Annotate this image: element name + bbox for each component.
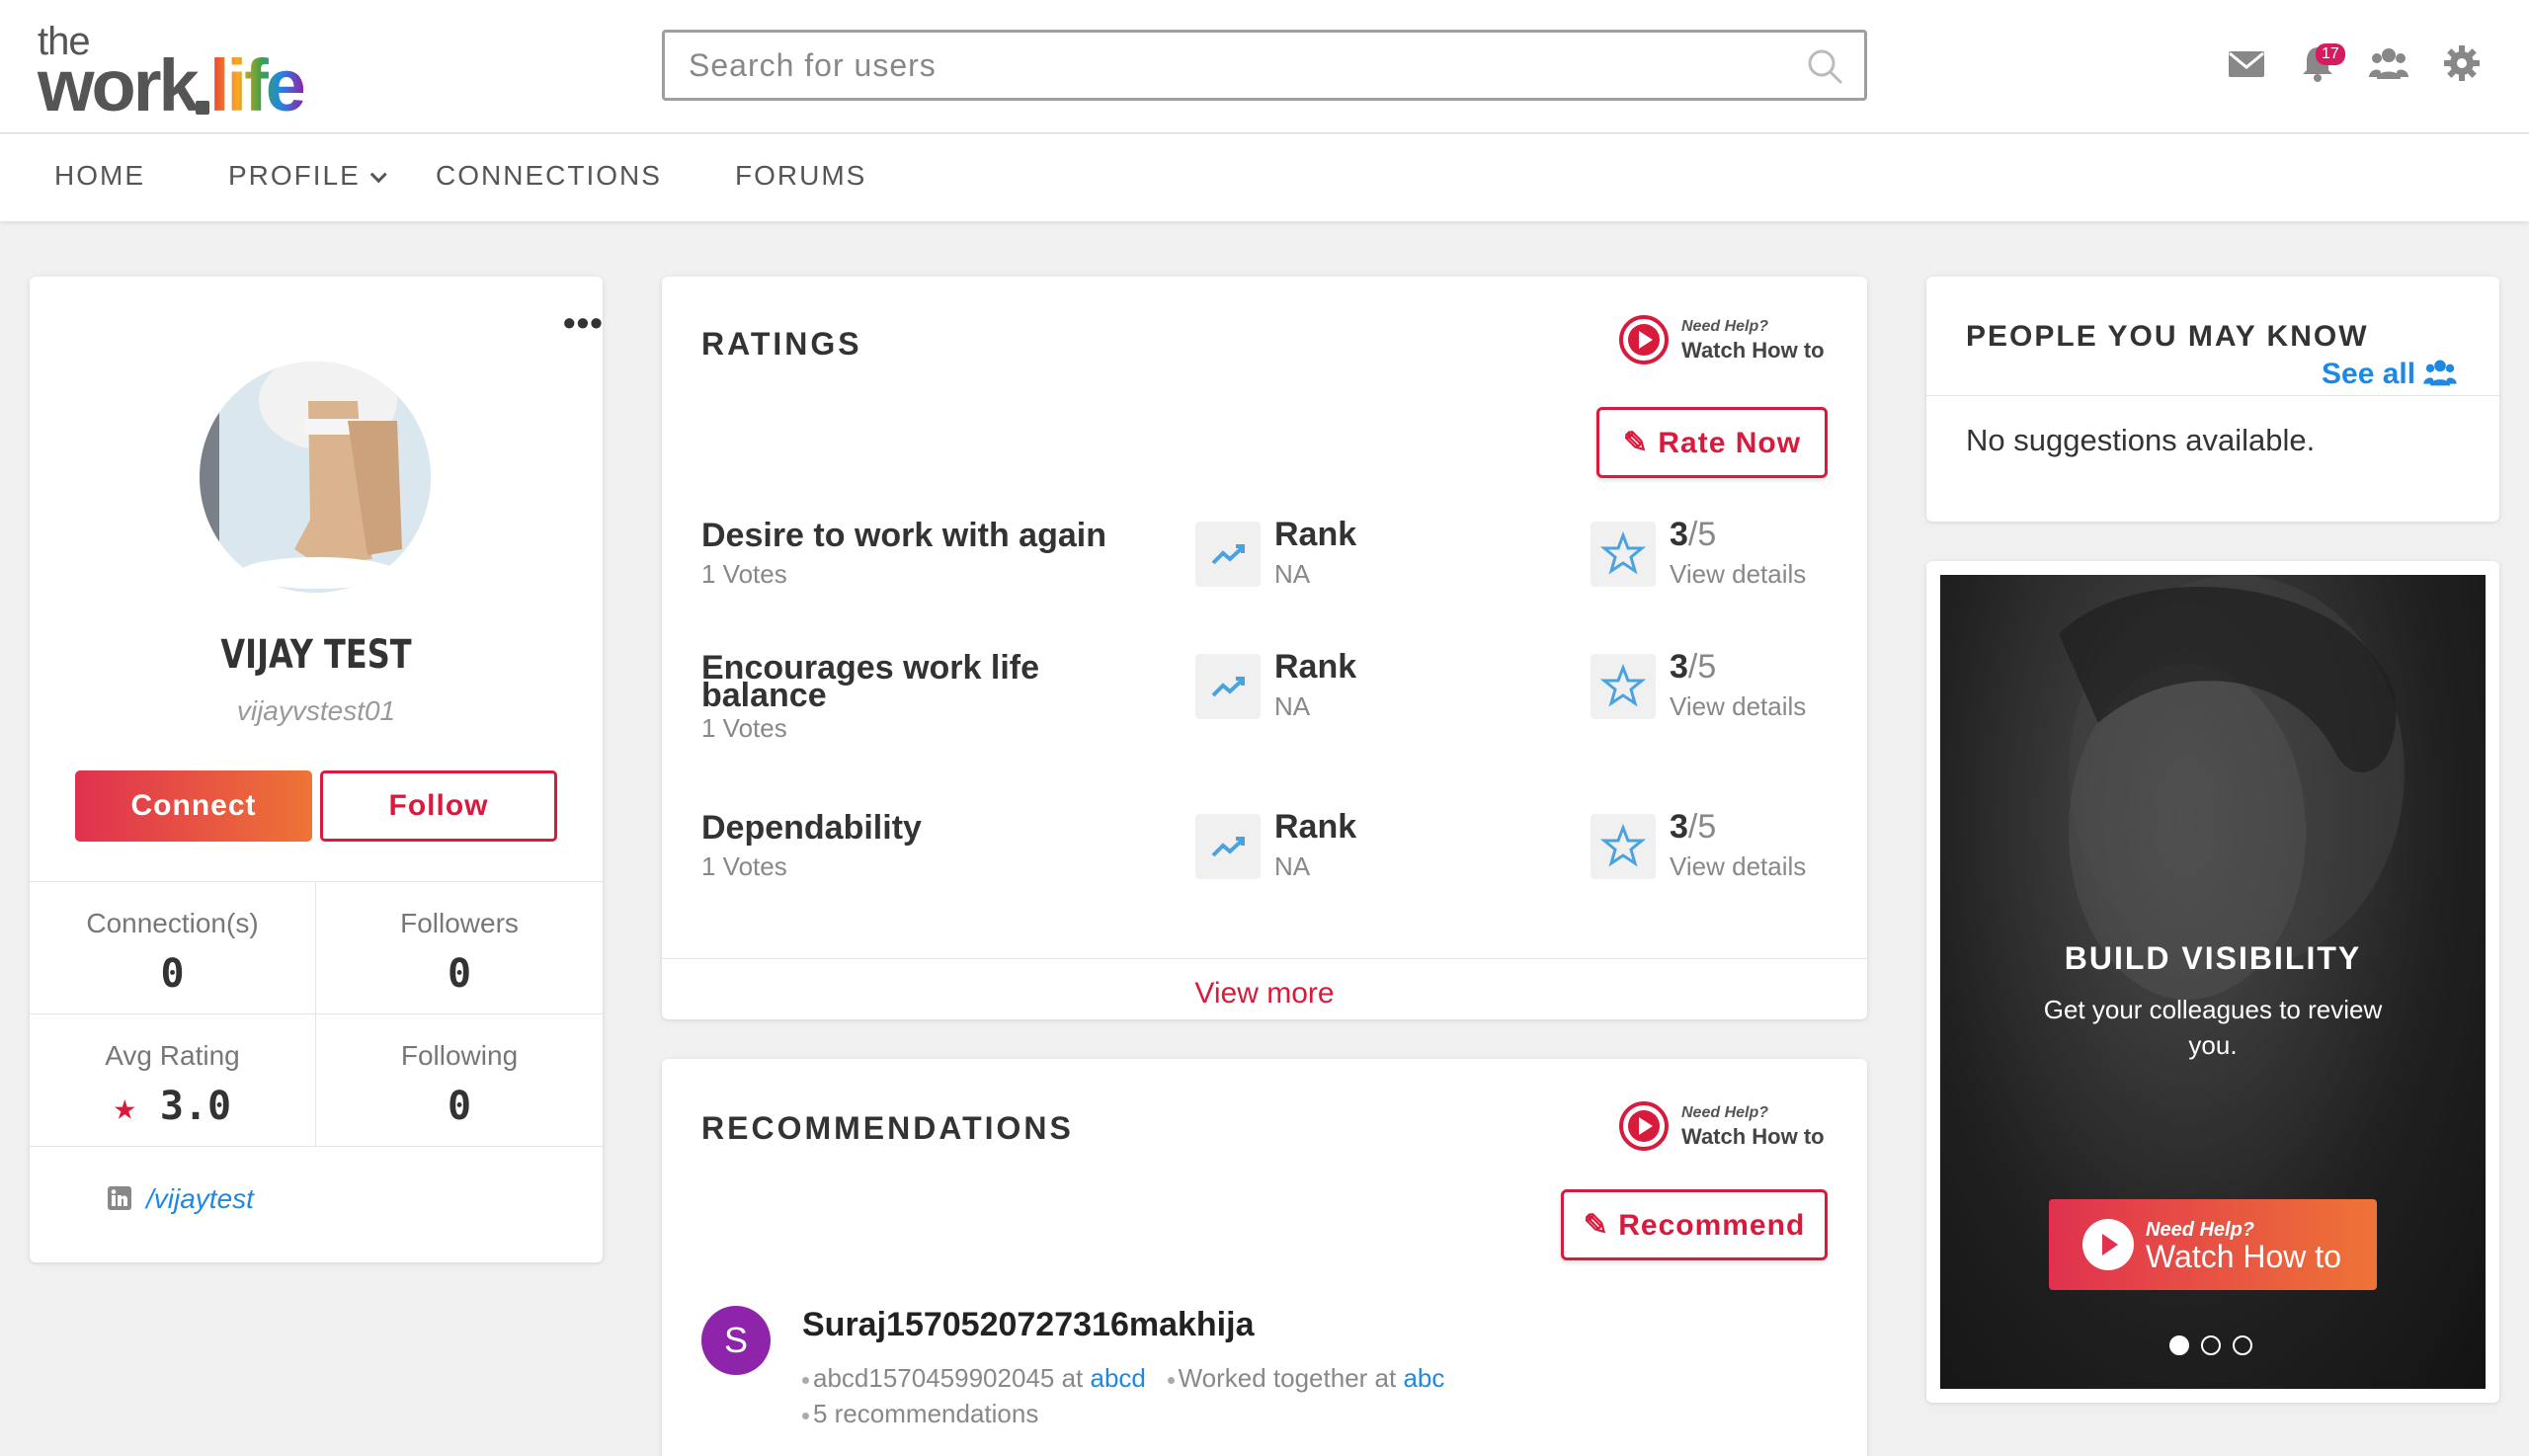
avatar[interactable]	[200, 362, 431, 593]
recommendations-card: RECOMMENDATIONS Need Help? Watch How to …	[662, 1059, 1867, 1456]
people-icon[interactable]	[2369, 43, 2408, 83]
mail-icon[interactable]	[2227, 43, 2266, 83]
stat-following[interactable]: Following 0	[316, 1014, 603, 1147]
rating-category: Encourages work life balance	[701, 649, 1039, 714]
main-nav: HOME PROFILE CONNECTIONS FORUMS	[0, 134, 2529, 221]
rating-votes: 1 Votes	[701, 559, 787, 589]
rank-value: NA	[1274, 851, 1311, 881]
nav-forums[interactable]: FORUMS	[735, 160, 866, 192]
worked-company-link[interactable]: abc	[1403, 1363, 1444, 1393]
top-header: the work life 17	[0, 0, 2529, 133]
nav-home[interactable]: HOME	[54, 160, 145, 192]
see-all-link[interactable]: See all	[2322, 358, 2458, 391]
people-title: PEOPLE YOU MAY KNOW	[1966, 320, 2369, 353]
search-input[interactable]	[665, 33, 1752, 98]
profile-username: vijayvstest01	[236, 695, 396, 726]
promo-title: BUILD VISIBILITY	[2064, 940, 2362, 976]
promo-banner[interactable]: BUILD VISIBILITY Get your colleagues to …	[1940, 575, 2486, 1389]
connect-button[interactable]: Connect	[75, 770, 312, 842]
play-icon	[1619, 1101, 1669, 1151]
rating-category: Dependability	[701, 809, 922, 847]
ratings-title: RATINGS	[701, 326, 862, 362]
ratings-card: RATINGS Need Help? Watch How to ✎ Rate N…	[662, 277, 1867, 1019]
pencil-icon: ✎	[1583, 1208, 1609, 1242]
carousel-dots	[2169, 1335, 2264, 1360]
stat-avg-rating: Avg Rating ★ 3.0	[30, 1014, 316, 1147]
recommender-name[interactable]: Suraj1570520727316makhija	[802, 1306, 1254, 1344]
stat-followers[interactable]: Followers 0	[316, 882, 603, 1014]
star-outline-icon	[1591, 654, 1656, 719]
rating-row: Dependability 1 Votes Rank NA 3/5 View d…	[701, 808, 1807, 882]
play-icon	[2082, 1219, 2134, 1270]
more-options-icon[interactable]: •••	[563, 302, 604, 344]
settings-gear-icon[interactable]	[2442, 43, 2482, 83]
nav-connections[interactable]: CONNECTIONS	[436, 160, 662, 192]
help-video-link[interactable]: Need Help? Watch How to	[1618, 312, 1836, 371]
star-outline-icon	[1591, 814, 1656, 879]
pencil-icon: ✎	[1622, 426, 1650, 459]
promo-subtitle: Get your colleagues to review you.	[2043, 995, 2383, 1060]
star-icon: ★	[113, 1085, 136, 1128]
recommendations-title: RECOMMENDATIONS	[701, 1110, 1074, 1146]
promo-card: BUILD VISIBILITY Get your colleagues to …	[1926, 561, 2499, 1403]
profile-stats: Connection(s) 0 Followers 0 Avg Rating ★…	[30, 881, 603, 1147]
carousel-dot[interactable]	[2169, 1335, 2189, 1355]
rank-value: NA	[1274, 691, 1311, 721]
app-logo[interactable]: the work life	[38, 20, 354, 126]
trend-icon	[1195, 522, 1261, 587]
rating-score: 3/5	[1670, 808, 1717, 846]
view-details-link[interactable]: View details	[1670, 851, 1806, 882]
notification-badge: 17	[2316, 43, 2345, 65]
view-more-link[interactable]: View more	[662, 958, 1867, 1029]
rank-value: NA	[1274, 559, 1311, 589]
view-details-link[interactable]: View details	[1670, 559, 1806, 590]
people-you-may-know-card: PEOPLE YOU MAY KNOW See all No suggestio…	[1926, 277, 2499, 522]
recommendation-count: 5 recommendations	[802, 1399, 1038, 1429]
star-outline-icon	[1591, 522, 1656, 587]
chevron-down-icon	[369, 166, 387, 184]
profile-card: ••• VIJAY TEST vijayvstest01 Connect Fol…	[30, 277, 603, 1262]
stat-connections[interactable]: Connection(s) 0	[30, 882, 316, 1014]
follow-button[interactable]: Follow	[320, 770, 557, 842]
promo-watch-button[interactable]: Need Help? Watch How to	[2049, 1199, 2377, 1290]
people-icon	[2423, 360, 2458, 386]
search-box	[662, 30, 1867, 101]
rating-votes: 1 Votes	[701, 851, 787, 881]
carousel-dot[interactable]	[2233, 1335, 2252, 1355]
rate-now-button[interactable]: ✎ Rate Now	[1596, 407, 1828, 478]
linkedin-link[interactable]: /vijaytest	[107, 1183, 254, 1215]
help-video-link[interactable]: Need Help? Watch How to	[1618, 1098, 1836, 1158]
trend-icon	[1195, 814, 1261, 879]
view-details-link[interactable]: View details	[1670, 691, 1806, 722]
linkedin-icon	[108, 1186, 131, 1210]
company-link[interactable]: abcd	[1091, 1363, 1146, 1393]
avatar-photo	[200, 362, 431, 593]
nav-profile[interactable]: PROFILE	[228, 160, 387, 192]
rating-votes: 1 Votes	[701, 713, 787, 743]
recommender-avatar[interactable]: S	[701, 1306, 771, 1375]
play-icon	[1619, 315, 1669, 364]
rating-row: Encourages work life balance 1 Votes Ran…	[701, 648, 1807, 743]
rating-score: 3/5	[1670, 648, 1717, 686]
profile-name: VIJAY TEST	[220, 632, 412, 678]
rating-row: Desire to work with again 1 Votes Rank N…	[701, 516, 1807, 590]
recommend-button[interactable]: ✎ Recommend	[1561, 1189, 1828, 1260]
carousel-dot[interactable]	[2201, 1335, 2221, 1355]
trend-icon	[1195, 654, 1261, 719]
recommender-details: abcd1570459902045 at abcd Worked togethe…	[802, 1363, 1444, 1394]
rating-category: Desire to work with again	[701, 517, 1106, 554]
rating-score: 3/5	[1670, 516, 1717, 553]
no-suggestions-text: No suggestions available.	[1966, 423, 2316, 457]
search-icon[interactable]	[1807, 48, 1842, 84]
